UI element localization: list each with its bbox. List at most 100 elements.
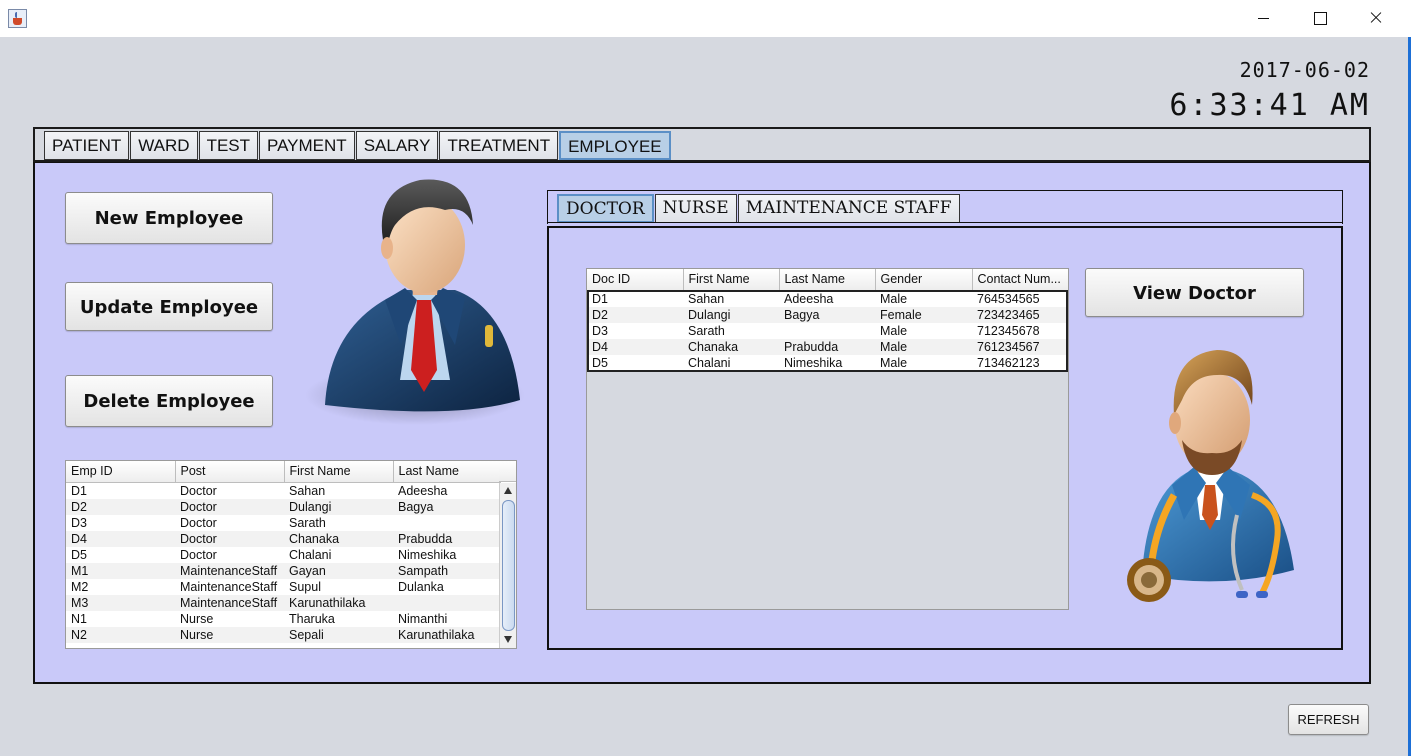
table-cell: N2 bbox=[66, 626, 175, 643]
window-titlebar bbox=[0, 0, 1411, 37]
table-cell: Dulanka bbox=[393, 578, 500, 595]
new-employee-button[interactable]: New Employee bbox=[65, 192, 273, 244]
staff-tab-divider bbox=[547, 222, 1343, 223]
table-cell: Sahan bbox=[683, 290, 779, 307]
column-header[interactable]: Post bbox=[175, 461, 285, 483]
table-row[interactable]: D3 Sarath Male 712345678 bbox=[587, 322, 1068, 339]
table-row[interactable]: M3 MaintenanceStaff Karunathilaka bbox=[66, 594, 500, 611]
table-cell: Nurse bbox=[175, 610, 284, 627]
table-cell: D4 bbox=[587, 338, 683, 355]
column-header[interactable]: Contact Num... bbox=[972, 269, 1068, 291]
table-cell: 764534565 bbox=[972, 290, 1068, 307]
table-cell: Doctor bbox=[175, 514, 284, 531]
table-cell: Gayan bbox=[284, 562, 393, 579]
scroll-down-icon[interactable] bbox=[504, 636, 512, 643]
table-cell: 713462123 bbox=[972, 354, 1068, 371]
table-cell: Bagya bbox=[779, 306, 875, 323]
table-cell bbox=[393, 594, 500, 611]
table-cell: Nurse bbox=[175, 626, 284, 643]
table-row[interactable]: D3 Doctor Sarath bbox=[66, 514, 500, 531]
table-cell: Male bbox=[875, 354, 972, 371]
column-header[interactable]: Last Name bbox=[779, 269, 876, 291]
table-row[interactable]: D2 Doctor Dulangi Bagya bbox=[66, 498, 500, 515]
tab-employee[interactable]: EMPLOYEE bbox=[559, 131, 671, 160]
table-cell: Chanaka bbox=[284, 530, 393, 547]
table-cell: Female bbox=[875, 306, 972, 323]
table-cell: Male bbox=[875, 322, 972, 339]
maximize-button[interactable] bbox=[1292, 0, 1348, 37]
tab-treatment[interactable]: TREATMENT bbox=[439, 131, 559, 160]
table-cell: Nimanthi bbox=[393, 610, 500, 627]
table-row[interactable]: D4 Doctor Chanaka Prabudda bbox=[66, 530, 500, 547]
table-cell: D1 bbox=[587, 290, 683, 307]
column-header[interactable]: Emp ID bbox=[66, 461, 176, 483]
tab-patient[interactable]: PATIENT bbox=[44, 131, 130, 160]
table-cell: Chalani bbox=[284, 546, 393, 563]
table-cell: Supul bbox=[284, 578, 393, 595]
table-row[interactable]: D5 Chalani Nimeshika Male 713462123 bbox=[587, 354, 1068, 371]
column-header[interactable]: First Name bbox=[284, 461, 394, 483]
close-button[interactable] bbox=[1348, 0, 1404, 37]
table-cell: D2 bbox=[587, 306, 683, 323]
table-cell: 761234567 bbox=[972, 338, 1068, 355]
tab-doctor[interactable]: DOCTOR bbox=[557, 194, 654, 223]
table-row[interactable]: D2 Dulangi Bagya Female 723423465 bbox=[587, 306, 1068, 323]
table-cell: 712345678 bbox=[972, 322, 1068, 339]
scrollbar-thumb[interactable] bbox=[502, 500, 515, 631]
table-cell: MaintenanceStaff bbox=[175, 562, 284, 579]
employee-table[interactable]: Emp ID Post First Name Last Name D1 Docto… bbox=[65, 460, 517, 649]
table-cell: N1 bbox=[66, 610, 175, 627]
column-header[interactable]: Doc ID bbox=[587, 269, 684, 291]
table-cell: D5 bbox=[66, 546, 175, 563]
doctor-avatar-icon bbox=[1127, 350, 1294, 602]
table-cell: Nimeshika bbox=[393, 546, 500, 563]
table-cell: Doctor bbox=[175, 546, 284, 563]
update-employee-button[interactable]: Update Employee bbox=[65, 282, 273, 331]
table-cell: Bagya bbox=[393, 498, 500, 515]
table-row[interactable]: D4 Chanaka Prabudda Male 761234567 bbox=[587, 338, 1068, 355]
date-display: 2017-06-02 bbox=[1239, 58, 1370, 82]
tab-nurse[interactable]: NURSE bbox=[654, 194, 737, 223]
table-cell: Sampath bbox=[393, 562, 500, 579]
scroll-up-icon[interactable] bbox=[504, 487, 512, 494]
table-cell: Karunathilaka bbox=[393, 626, 500, 643]
table-cell: M3 bbox=[66, 594, 175, 611]
java-cup-icon bbox=[8, 9, 27, 28]
column-header[interactable]: Gender bbox=[875, 269, 973, 291]
table-row[interactable]: D1 Doctor Sahan Adeesha bbox=[66, 482, 500, 499]
tab-payment[interactable]: PAYMENT bbox=[259, 131, 355, 160]
table-row[interactable]: N1 Nurse Tharuka Nimanthi bbox=[66, 610, 500, 627]
view-doctor-button[interactable]: View Doctor bbox=[1085, 268, 1304, 317]
table-cell: Sahan bbox=[284, 482, 393, 499]
table-row[interactable]: D5 Doctor Chalani Nimeshika bbox=[66, 546, 500, 563]
minimize-button[interactable] bbox=[1236, 0, 1292, 37]
column-header[interactable]: Last Name bbox=[393, 461, 501, 483]
table-cell: Adeesha bbox=[779, 290, 875, 307]
table-cell: Male bbox=[875, 290, 972, 307]
table-cell: Doctor bbox=[175, 482, 284, 499]
tab-test[interactable]: TEST bbox=[198, 131, 259, 160]
table-cell: 723423465 bbox=[972, 306, 1068, 323]
table-row[interactable]: N2 Nurse Sepali Karunathilaka bbox=[66, 626, 500, 643]
employee-table-scrollbar[interactable] bbox=[499, 483, 516, 648]
tab-salary[interactable]: SALARY bbox=[355, 131, 439, 160]
table-cell: Sepali bbox=[284, 626, 393, 643]
tab-ward[interactable]: WARD bbox=[130, 131, 198, 160]
table-cell: Adeesha bbox=[393, 482, 500, 499]
table-cell bbox=[393, 514, 500, 531]
tab-maintenance-staff[interactable]: MAINTENANCE STAFF bbox=[737, 194, 960, 223]
table-row[interactable]: D1 Sahan Adeesha Male 764534565 bbox=[587, 290, 1068, 307]
table-cell: D2 bbox=[66, 498, 175, 515]
table-header-corner bbox=[499, 461, 516, 482]
table-cell: Chalani bbox=[683, 354, 779, 371]
main-tabs: PATIENT WARD TEST PAYMENT SALARY TREATME… bbox=[44, 131, 672, 160]
refresh-button[interactable]: REFRESH bbox=[1288, 704, 1369, 735]
table-row[interactable]: M2 MaintenanceStaff Supul Dulanka bbox=[66, 578, 500, 595]
table-cell: D4 bbox=[66, 530, 175, 547]
table-row[interactable]: M1 MaintenanceStaff Gayan Sampath bbox=[66, 562, 500, 579]
table-cell: Doctor bbox=[175, 498, 284, 515]
doctor-table[interactable]: Doc ID First Name Last Name Gender Conta… bbox=[586, 268, 1069, 610]
delete-employee-button[interactable]: Delete Employee bbox=[65, 375, 273, 427]
table-cell: Prabudda bbox=[393, 530, 500, 547]
column-header[interactable]: First Name bbox=[683, 269, 780, 291]
